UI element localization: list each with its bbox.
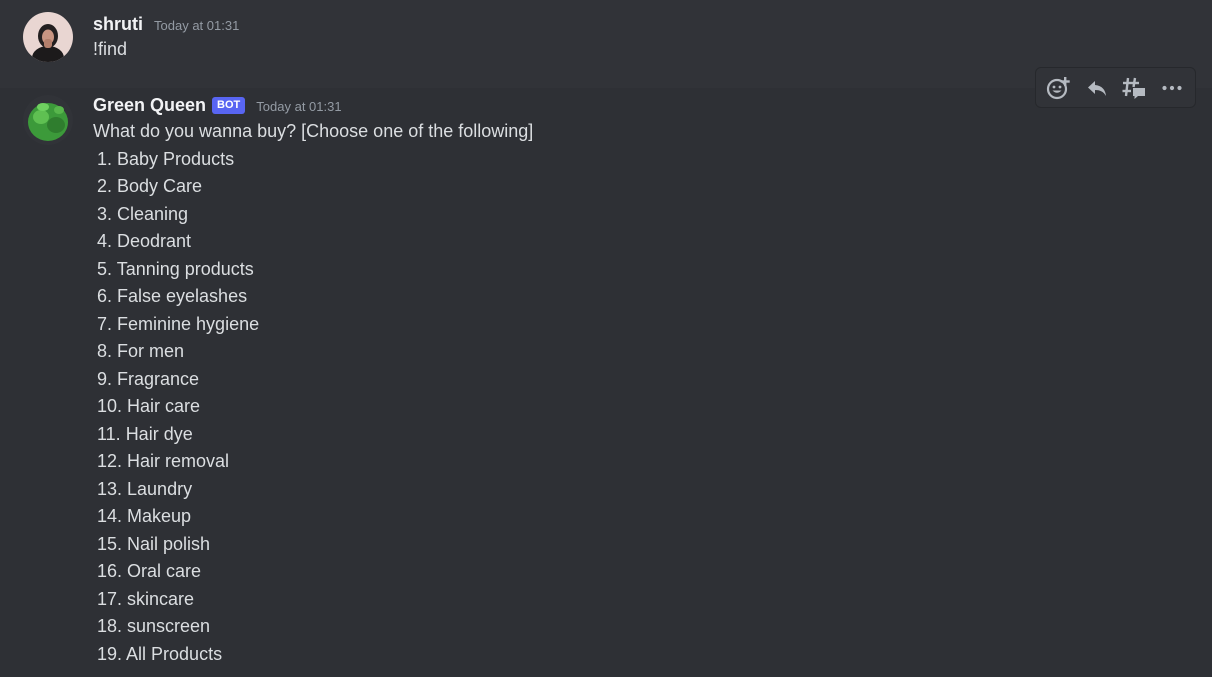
message-header: shruti Today at 01:31	[93, 12, 239, 36]
message-content: !find	[93, 36, 127, 64]
reply-button[interactable]	[1080, 72, 1114, 104]
message-text: !find	[93, 39, 128, 59]
list-item: 5. Tanning products	[97, 258, 254, 279]
chat-message-list: shruti Today at 01:31 !find Green Queen …	[0, 0, 1212, 677]
list-item: 9. Fragrance	[97, 368, 200, 389]
add-reaction-button[interactable]	[1042, 72, 1076, 104]
avatar-green-queen[interactable]	[23, 95, 73, 145]
list-item: 19. All Products	[97, 643, 223, 664]
reply-icon	[1087, 80, 1106, 96]
list-item: 1. Baby Products	[97, 148, 235, 169]
list-item: 13. Laundry	[97, 478, 193, 499]
list-item: 4. Deodrant	[97, 231, 192, 251]
create-thread-button[interactable]	[1117, 72, 1151, 104]
username[interactable]: Green Queen	[93, 95, 206, 116]
list-item: 8. For men	[97, 341, 185, 361]
message-green-queen: Green Queen BOT Today at 01:31 What do y…	[0, 88, 1212, 677]
list-item: 7. Feminine hygiene	[97, 313, 260, 334]
list-item: 2. Body Care	[97, 176, 203, 196]
timestamp: Today at 01:31	[256, 99, 342, 114]
list-item: 3. Cleaning	[97, 203, 189, 224]
list-item: 18. sunscreen	[97, 616, 211, 636]
list-item: 15. Nail polish	[97, 533, 211, 554]
add-reaction-icon	[1046, 76, 1070, 99]
create-thread-icon	[1122, 77, 1146, 99]
username[interactable]: shruti	[93, 14, 143, 35]
list-item: 11. Hair dye	[97, 423, 193, 444]
message-shruti: shruti Today at 01:31 !find	[0, 0, 1212, 88]
list-item: 10. Hair care	[97, 396, 201, 416]
list-item: 16. Oral care	[97, 561, 202, 581]
bot-badge: BOT	[212, 96, 246, 114]
message-content: What do you wanna buy? [Choose one of th…	[93, 118, 533, 668]
message-intro: What do you wanna buy? [Choose one of th…	[93, 121, 534, 141]
timestamp: Today at 01:31	[154, 18, 240, 33]
list-item: 6. False eyelashes	[97, 286, 248, 306]
more-options-icon	[1162, 85, 1182, 90]
list-item: 17. skincare	[97, 588, 195, 609]
more-options-button[interactable]	[1155, 72, 1189, 104]
message-header: Green Queen BOT Today at 01:31	[93, 93, 342, 117]
avatar-shruti[interactable]	[23, 12, 73, 62]
list-item: 12. Hair removal	[97, 451, 230, 471]
message-actions-toolbar	[1035, 67, 1196, 108]
list-item: 14. Makeup	[97, 506, 192, 526]
